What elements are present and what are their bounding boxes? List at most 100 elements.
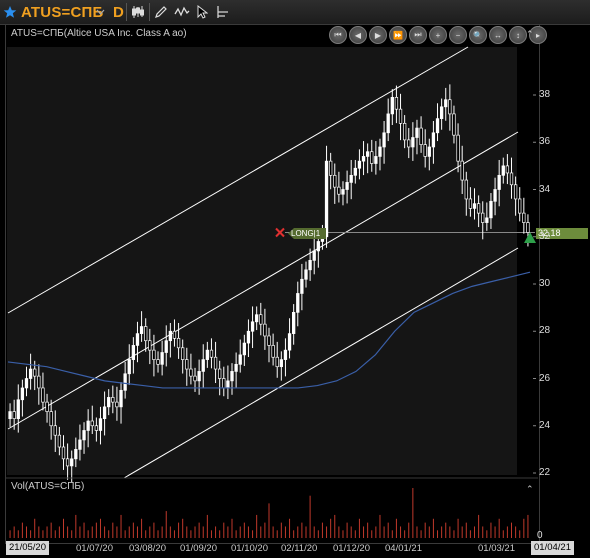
candle-body [333, 174, 337, 188]
candle-body [78, 439, 82, 450]
candle-body [304, 269, 308, 280]
candle-body [28, 368, 33, 379]
candle-body [107, 397, 111, 408]
candle-body [390, 97, 394, 115]
y-tick-label: 36 [539, 136, 551, 148]
candle-body [139, 326, 144, 334]
candle-body [213, 356, 218, 370]
candle-body [33, 368, 37, 377]
candle-body [460, 160, 464, 181]
candle-body [283, 349, 288, 360]
candle-body [185, 359, 189, 370]
candle-body [394, 97, 399, 110]
candle-body [16, 399, 20, 420]
candle-body [255, 314, 259, 323]
candle-body [509, 172, 514, 186]
candle-body [407, 139, 411, 148]
candle-body [452, 113, 456, 136]
candle-body [193, 375, 197, 382]
x-tick-label: 02/11/20 [281, 543, 318, 554]
volume-tick-label: 0 [537, 530, 543, 541]
candle-body [411, 137, 415, 148]
candle-body [398, 108, 403, 124]
x-tick-label: 01/03/21 [478, 543, 515, 554]
candle-body [493, 189, 497, 202]
candle-body [448, 99, 452, 115]
candle-body [485, 217, 489, 223]
candle-body [156, 359, 160, 365]
candle-body [181, 347, 185, 360]
candle-body [431, 132, 436, 148]
y-tick-label: 22 [539, 467, 551, 478]
candle-body [472, 203, 477, 209]
candle-body [518, 198, 522, 214]
last-price-triangle [524, 232, 536, 243]
candle-body [296, 293, 300, 313]
candle-body [337, 186, 341, 195]
candle-body [8, 411, 12, 420]
candle-body [263, 323, 267, 337]
candle-body [127, 359, 131, 375]
candle-body [423, 144, 427, 157]
candle-body [131, 345, 136, 360]
candle-body [345, 182, 349, 190]
candle-body [489, 200, 493, 219]
candle-body [312, 250, 316, 261]
x-tick-label: 04/01/21 [385, 543, 422, 554]
candle-body [378, 146, 382, 157]
y-tick-label: 28 [539, 325, 551, 337]
candle-body [102, 406, 107, 420]
x-tick-label: 01/07/20 [76, 543, 113, 554]
candle-body [361, 156, 366, 162]
position-marker-label[interactable]: LONG|1 [288, 228, 327, 239]
y-tick-label: 34 [539, 183, 551, 195]
y-tick-label: 38 [539, 89, 551, 100]
x-tick-label: 03/08/20 [129, 543, 166, 554]
candle-body [287, 333, 292, 351]
volume-title: Vol(ATUS=СПБ) [11, 481, 85, 492]
candle-body [513, 184, 518, 200]
candle-body [481, 212, 485, 223]
candle-body [242, 342, 246, 356]
y-tick-label: 30 [539, 278, 551, 289]
candle-body [444, 99, 448, 108]
x-tick-label: 01/10/20 [231, 543, 268, 554]
candle-body [419, 127, 423, 145]
candle-body [501, 165, 505, 176]
candle-body [152, 349, 156, 360]
candle-body [82, 430, 86, 441]
candle-body [70, 458, 74, 467]
candle-body [324, 160, 329, 238]
candle-body [172, 330, 177, 339]
candle-body [308, 260, 312, 271]
candle-body [218, 368, 222, 379]
candle-body [292, 312, 296, 334]
candle-body [115, 401, 119, 408]
candle-body [267, 335, 271, 346]
candle-body [119, 389, 123, 408]
candle-body [271, 345, 275, 358]
candle-body [275, 356, 279, 368]
x-tick-label: 01/09/20 [180, 543, 217, 554]
candle-body [365, 151, 370, 157]
candle-body [57, 434, 62, 448]
candle-body [386, 113, 390, 134]
candle-body [505, 165, 510, 174]
candle-body [61, 446, 66, 460]
candle-body [497, 174, 501, 190]
candle-body [353, 167, 357, 176]
candle-body [65, 458, 70, 467]
candle-body [402, 122, 407, 141]
y-tick-label: 26 [539, 372, 551, 384]
candle-body [464, 179, 468, 200]
candle-body [86, 420, 90, 431]
candle-body [468, 198, 473, 209]
candle-body [349, 174, 353, 183]
candle-body [37, 375, 41, 389]
candle-body [74, 449, 78, 460]
price-chart [6, 46, 538, 538]
candle-body [230, 371, 234, 382]
candle-body [222, 378, 226, 389]
candle-body [94, 425, 99, 431]
candle-body [45, 401, 49, 412]
